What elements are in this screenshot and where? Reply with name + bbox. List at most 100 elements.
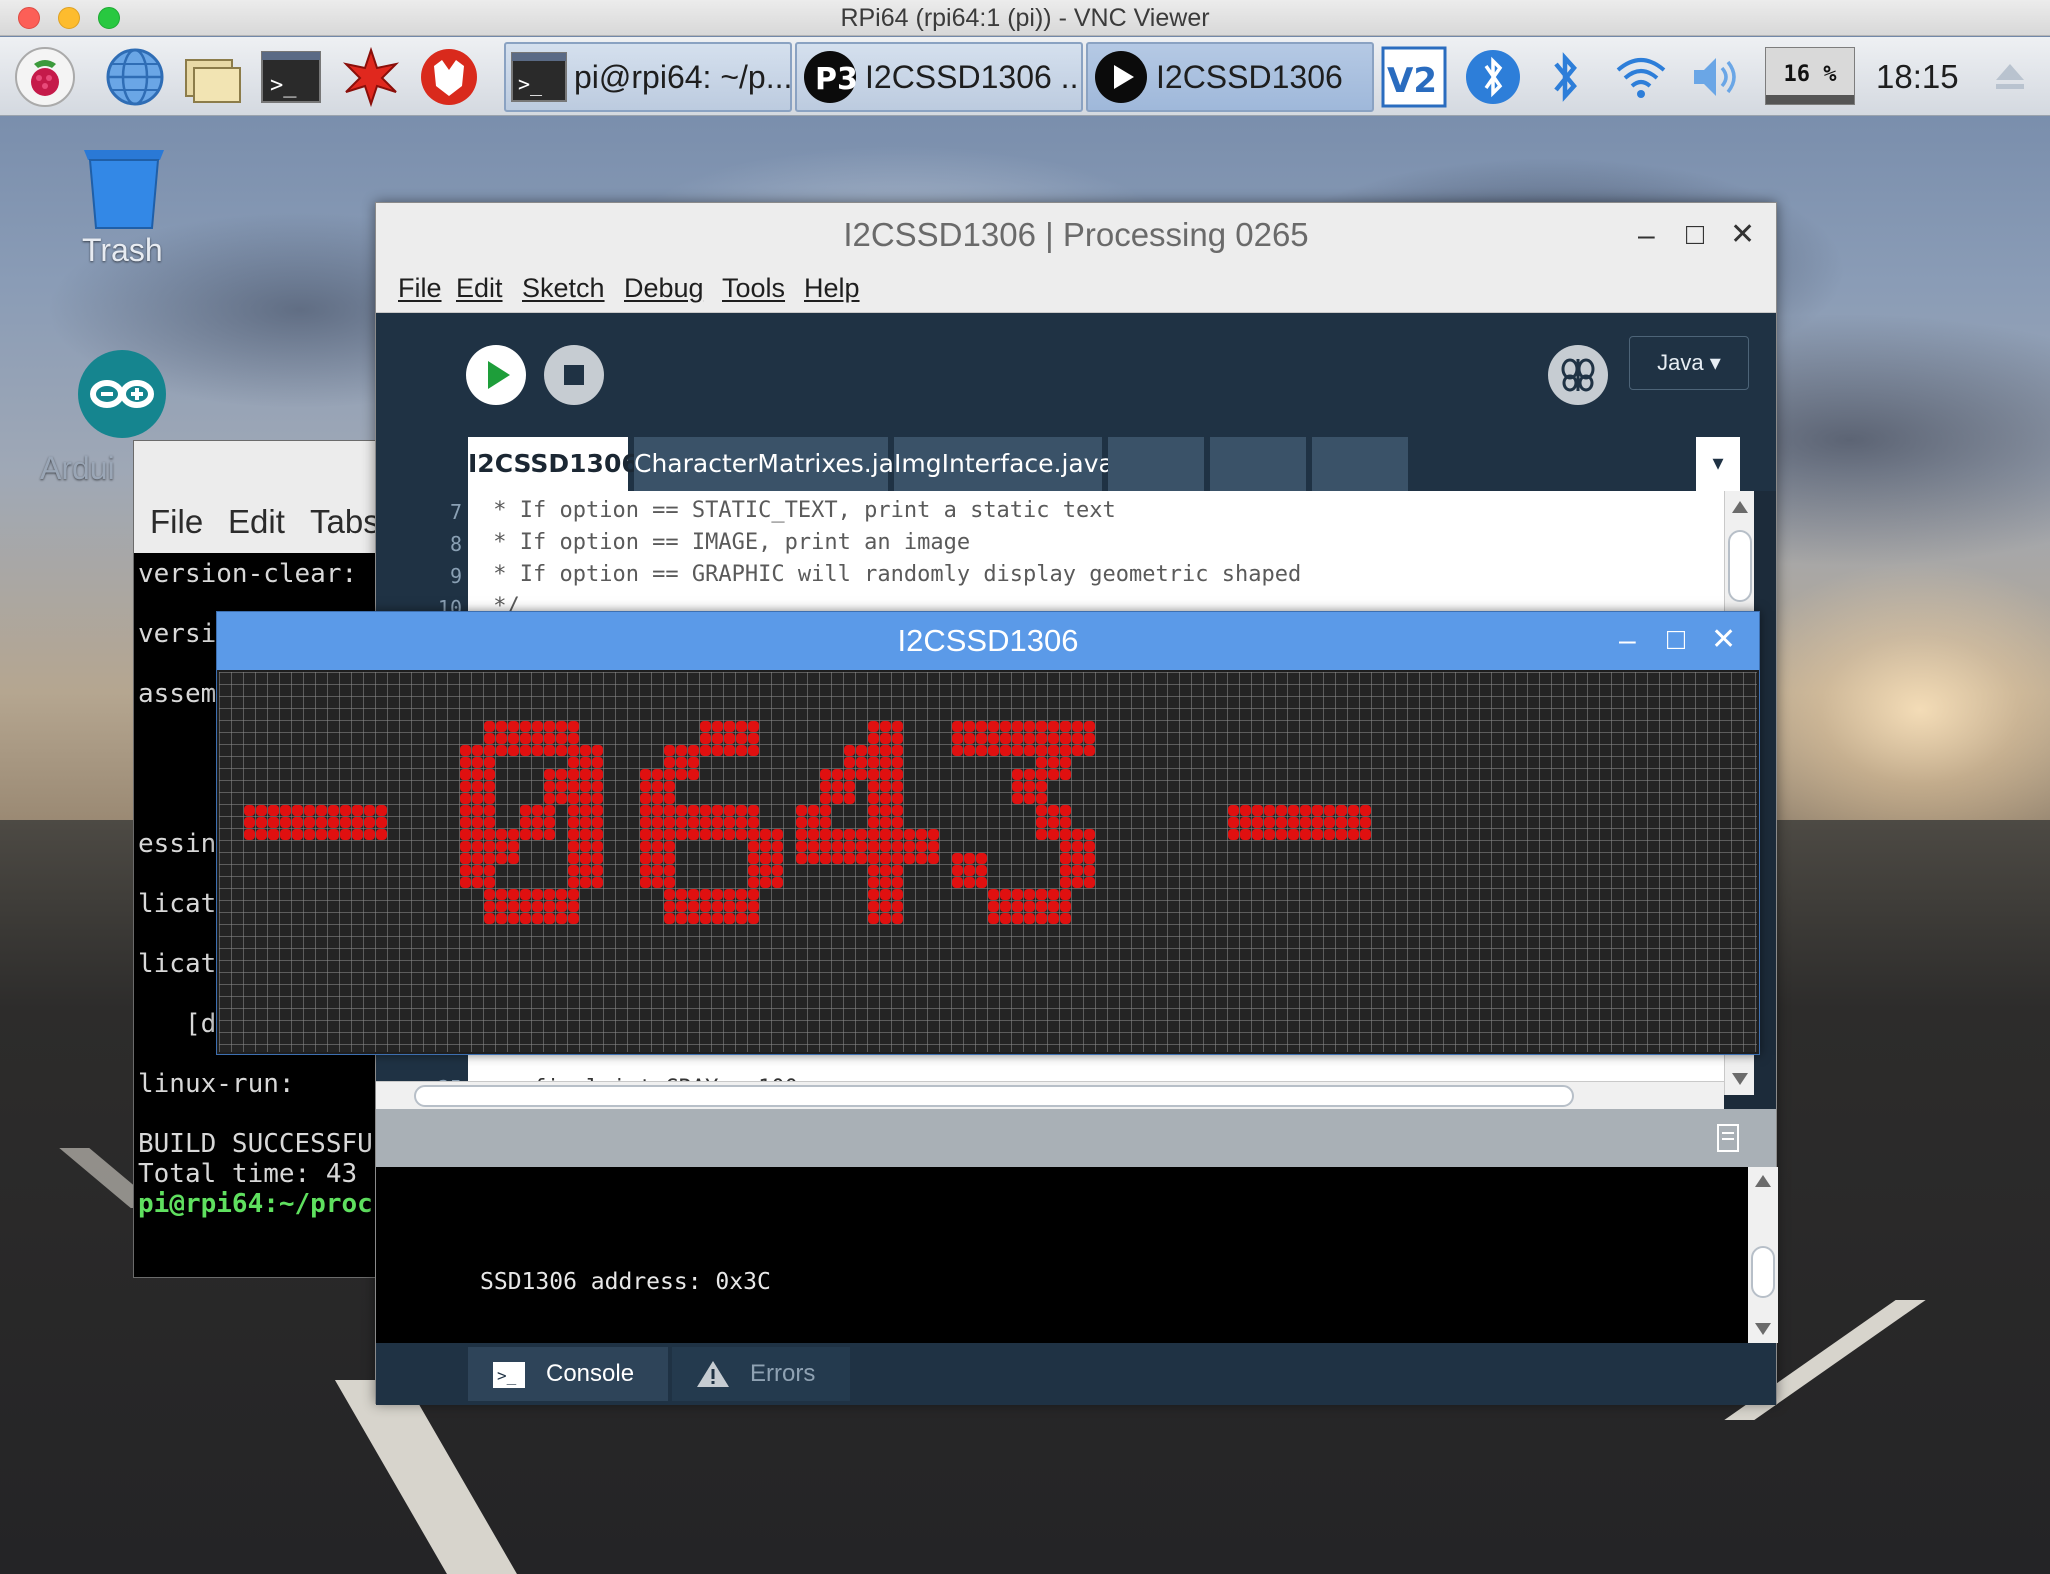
clock[interactable]: 18:15 xyxy=(1876,37,1959,116)
math-star-icon[interactable] xyxy=(340,46,402,108)
oled-pixel xyxy=(1036,769,1047,780)
oled-pixel xyxy=(532,901,543,912)
oled-pixel xyxy=(748,865,759,876)
wolfram-icon[interactable] xyxy=(418,46,480,108)
close-icon[interactable]: ✕ xyxy=(1730,220,1755,250)
tab-imginterface[interactable]: ImgInterface.java xyxy=(894,437,1114,491)
oled-pixel xyxy=(1084,841,1095,852)
oled-pixel xyxy=(892,865,903,876)
console-area[interactable] xyxy=(376,1167,1748,1343)
oled-pixel xyxy=(484,853,495,864)
menu-edit[interactable]: Edit xyxy=(456,273,503,304)
oled-pixel xyxy=(1360,817,1371,828)
oled-pixel xyxy=(832,793,843,804)
oled-pixel xyxy=(988,745,999,756)
editor-horizontal-scrollbar[interactable] xyxy=(376,1081,1724,1109)
vnc-icon[interactable]: V2 xyxy=(1381,46,1447,108)
scroll-thumb[interactable] xyxy=(414,1085,1574,1107)
wifi-icon[interactable] xyxy=(1610,46,1672,108)
oled-pixel xyxy=(1276,829,1287,840)
run-button[interactable] xyxy=(466,345,526,405)
eject-icon[interactable] xyxy=(1990,46,2030,108)
raspberry-menu-icon[interactable] xyxy=(14,46,76,108)
tab-console[interactable]: >_ Console xyxy=(468,1347,668,1401)
maximize-icon[interactable]: □ xyxy=(1667,625,1685,655)
tab-empty[interactable] xyxy=(1312,437,1408,491)
terminal-menu-file[interactable]: File xyxy=(150,503,203,541)
volume-icon[interactable] xyxy=(1684,46,1746,108)
oled-pixel xyxy=(880,853,891,864)
terminal-line: essin xyxy=(138,829,217,859)
task-processing[interactable]: P3 I2CSSD1306 ... xyxy=(795,42,1083,112)
cpu-monitor[interactable]: 16 % xyxy=(1765,47,1855,105)
console-splitter[interactable] xyxy=(376,1109,1776,1167)
menu-tools[interactable]: Tools xyxy=(722,273,785,304)
oled-pixel xyxy=(652,865,663,876)
menu-sketch[interactable]: Sketch xyxy=(522,273,605,304)
oled-pixel xyxy=(760,841,771,852)
oled-pixel xyxy=(1036,901,1047,912)
minimize-icon[interactable]: ‒ xyxy=(1638,221,1655,251)
oled-pixel xyxy=(880,865,891,876)
oled-pixel xyxy=(1072,865,1083,876)
trash-desktop-icon[interactable]: Trash xyxy=(76,140,172,280)
stop-button[interactable] xyxy=(544,345,604,405)
tabs-menu-button[interactable]: ▾ xyxy=(1696,437,1740,491)
menu-debug[interactable]: Debug xyxy=(624,273,704,304)
oled-pixel xyxy=(1060,805,1071,816)
tab-i2cssd1306[interactable]: I2CSSD1306 xyxy=(468,437,639,491)
oled-pixel xyxy=(472,793,483,804)
file-manager-icon[interactable] xyxy=(182,46,244,108)
oled-pixel xyxy=(592,829,603,840)
oled-pixel xyxy=(688,745,699,756)
oled-pixel xyxy=(640,829,651,840)
debug-button[interactable] xyxy=(1548,345,1608,405)
minimize-icon[interactable]: ‒ xyxy=(1619,626,1636,656)
oled-pixel xyxy=(568,769,579,780)
oled-pixel xyxy=(496,913,507,924)
oled-pixel xyxy=(1276,805,1287,816)
tab-errors[interactable]: Errors xyxy=(672,1347,850,1401)
oled-pixel xyxy=(1000,733,1011,744)
tab-empty[interactable] xyxy=(1210,437,1306,491)
oled-pixel xyxy=(1312,805,1323,816)
oled-pixel xyxy=(964,853,975,864)
terminal-icon[interactable]: >_ xyxy=(260,46,322,108)
oled-pixel xyxy=(892,877,903,888)
oled-pixel xyxy=(544,913,555,924)
clear-console-icon[interactable] xyxy=(1714,1123,1744,1155)
oled-pixel xyxy=(1024,793,1035,804)
oled-pixel xyxy=(712,913,723,924)
oled-pixel xyxy=(508,721,519,732)
bluetooth-icon[interactable] xyxy=(1534,46,1596,108)
task-sketch-window[interactable]: I2CSSD1306 xyxy=(1086,42,1374,112)
console-scrollbar[interactable] xyxy=(1748,1167,1778,1343)
oled-pixel xyxy=(580,865,591,876)
terminal-menu-edit[interactable]: Edit xyxy=(228,503,285,541)
oled-pixel xyxy=(976,877,987,888)
maximize-icon[interactable]: □ xyxy=(1686,220,1704,250)
terminal-menu-tabs[interactable]: Tabs xyxy=(310,503,380,541)
oled-pixel xyxy=(724,817,735,828)
oled-pixel xyxy=(892,733,903,744)
tab-empty[interactable] xyxy=(1108,437,1204,491)
task-terminal[interactable]: >_ pi@rpi64: ~/p... xyxy=(504,42,792,112)
oled-pixel xyxy=(892,841,903,852)
oled-pixel xyxy=(460,817,471,828)
tab-charactermatrixes[interactable]: CharacterMatrixes.java xyxy=(634,437,924,491)
globe-browser-icon[interactable] xyxy=(104,46,166,108)
mode-selector[interactable]: Java ▾ xyxy=(1629,336,1749,390)
menu-help[interactable]: Help xyxy=(804,273,860,304)
oled-pixel xyxy=(868,805,879,816)
oled-pixel xyxy=(880,913,891,924)
sketch-display-window[interactable]: I2CSSD1306 ‒ □ ✕ xyxy=(216,611,1760,1055)
oled-pixel xyxy=(256,817,267,828)
oled-pixel xyxy=(292,817,303,828)
oled-pixel xyxy=(736,913,747,924)
oled-pixel-display xyxy=(219,672,1757,1052)
oled-pixel xyxy=(484,793,495,804)
oled-pixel xyxy=(868,817,879,828)
close-icon[interactable]: ✕ xyxy=(1711,625,1736,655)
menu-file[interactable]: File xyxy=(398,273,442,304)
bluetooth-circle-icon[interactable] xyxy=(1462,46,1524,108)
